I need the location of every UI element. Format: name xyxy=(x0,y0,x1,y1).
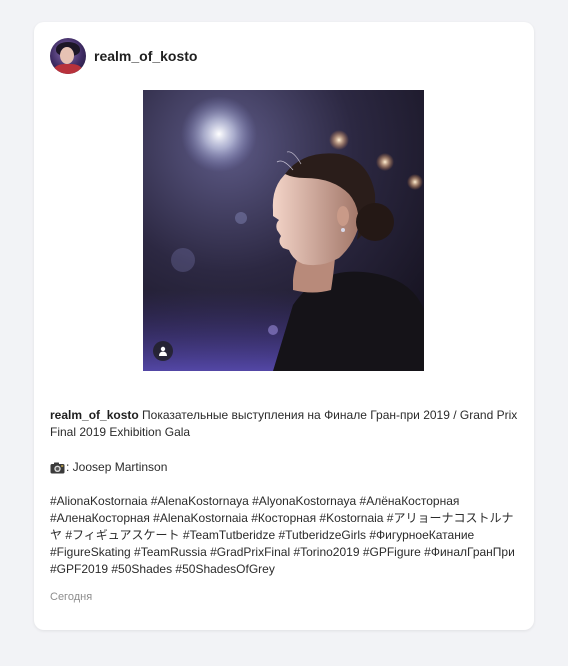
hashtags[interactable]: #AlionaKostornaia #AlenaKostornaya #Alyo… xyxy=(50,493,520,578)
photo-image xyxy=(143,90,424,371)
credit-text: : Joosep Martinson xyxy=(66,460,168,474)
post-timestamp: Сегодня xyxy=(50,591,93,603)
caption-username-link[interactable]: realm_of_kosto xyxy=(50,408,139,422)
post-caption: realm_of_kosto Показательные выступления… xyxy=(50,407,520,441)
avatar[interactable] xyxy=(50,38,86,74)
post-photo[interactable] xyxy=(143,90,424,371)
post-card: realm_of_kosto realm_of_kosto Показатель… xyxy=(34,22,534,630)
person-icon[interactable] xyxy=(153,341,173,361)
photo-credit: : Joosep Martinson xyxy=(50,459,167,476)
camera-emoji-icon xyxy=(50,462,65,474)
post-header: realm_of_kosto xyxy=(50,38,197,74)
username-link[interactable]: realm_of_kosto xyxy=(94,48,197,64)
